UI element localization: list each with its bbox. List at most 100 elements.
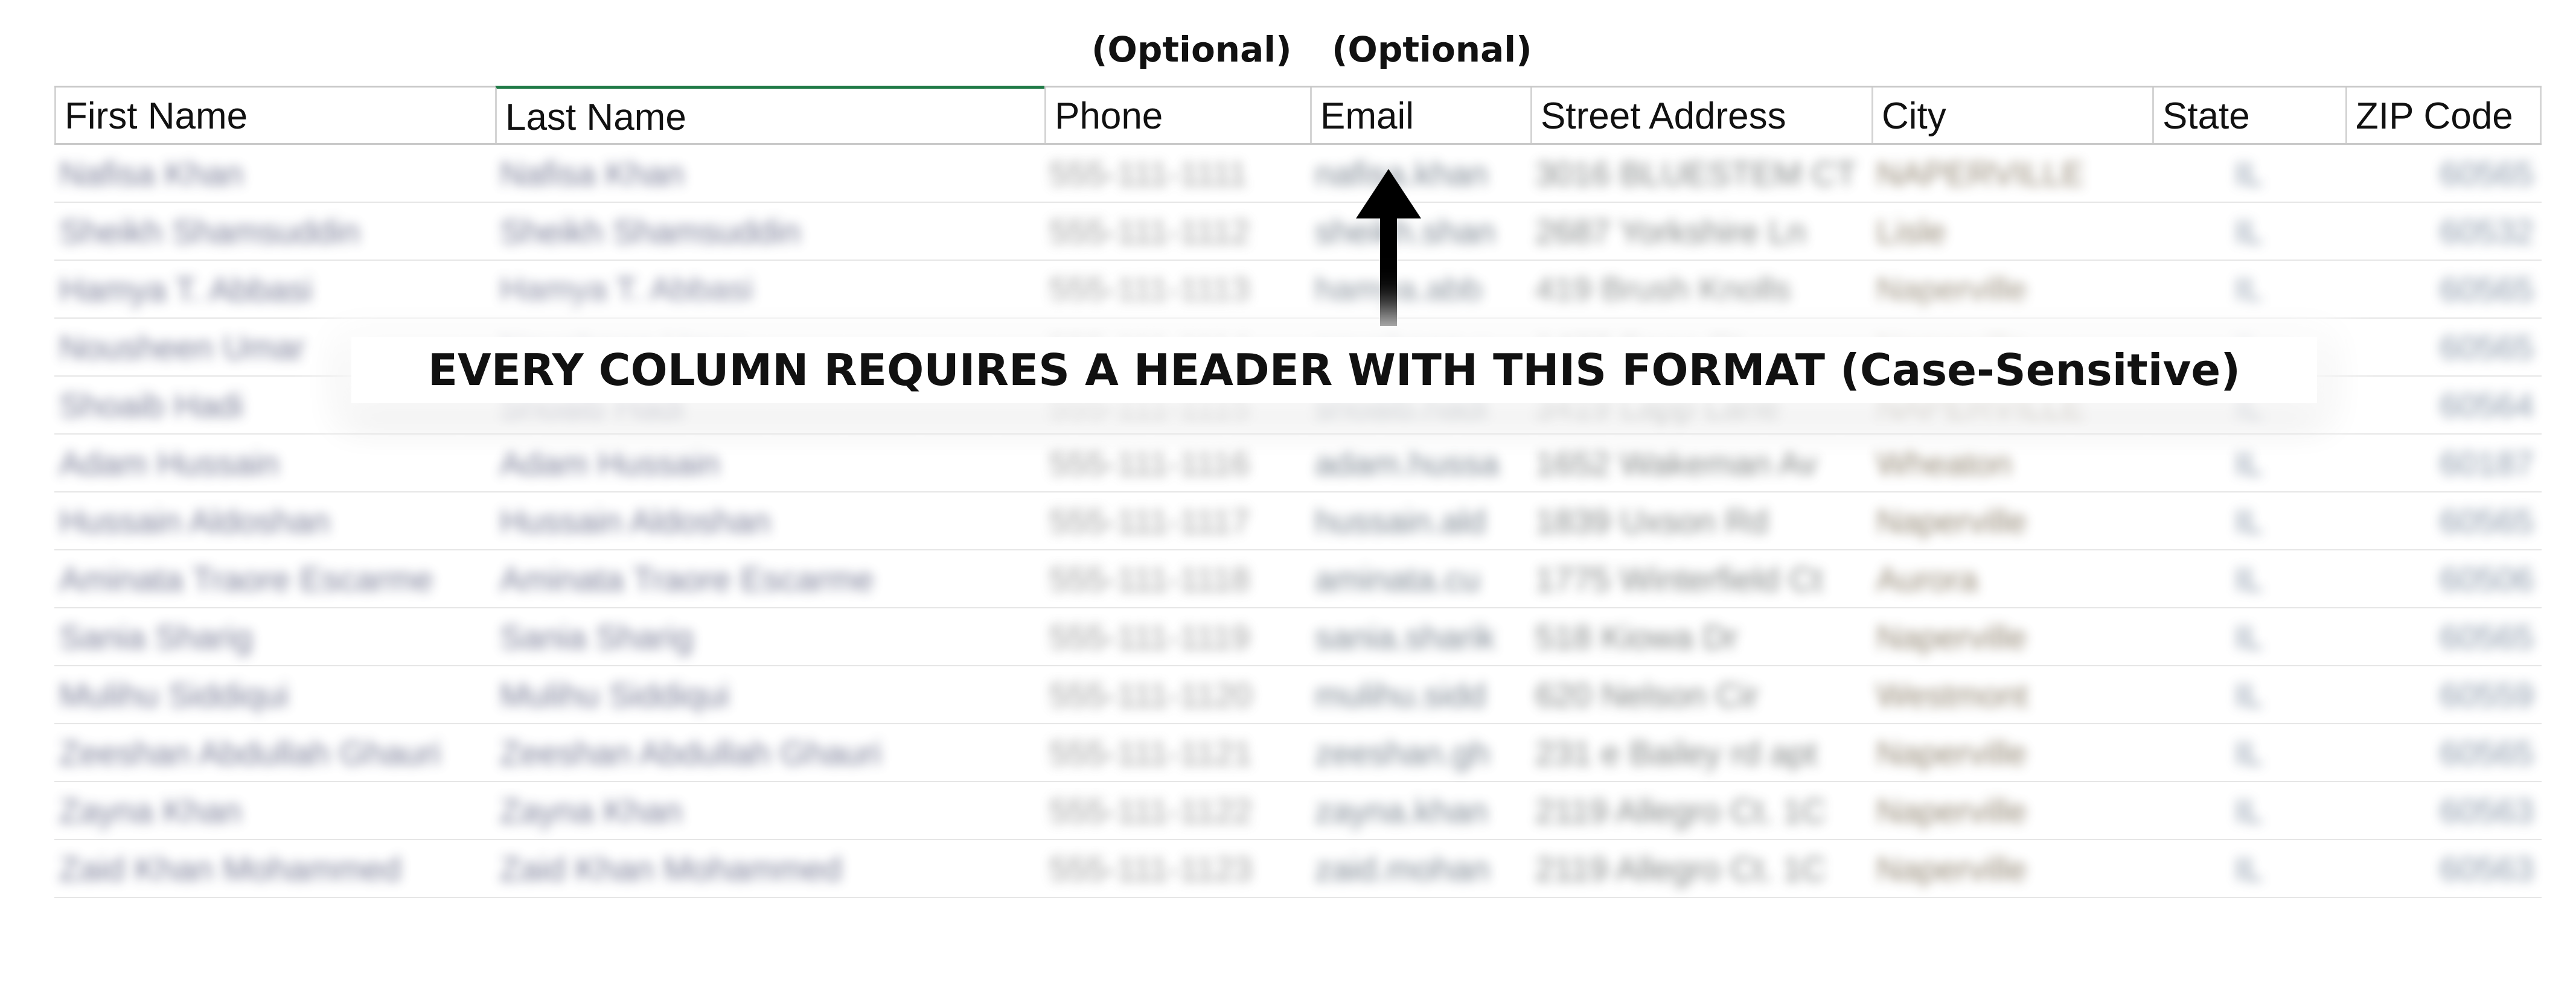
cell-city[interactable]: Westmont	[1871, 666, 2152, 724]
header-phone[interactable]: Phone	[1044, 88, 1310, 143]
cell-email[interactable]: aminata.cu	[1310, 550, 1530, 608]
cell-first[interactable]: Zeeshan Abdullah Ghauri	[54, 724, 495, 782]
cell-state[interactable]: IL	[2152, 261, 2345, 319]
cell-email[interactable]: sania.sharik	[1310, 608, 1530, 666]
cell-street[interactable]: 2119 Allegro Ct. 1C	[1530, 840, 1871, 898]
cell-zip[interactable]: 60564	[2345, 377, 2540, 435]
table-row[interactable]: Nafisa Khan Nafisa Khan 555-111-1111 nafisa…	[54, 145, 2542, 203]
cell-last[interactable]: Zayna Khan	[495, 782, 1044, 840]
cell-last[interactable]: Zeeshan Abdullah Ghauri	[495, 724, 1044, 782]
cell-zip[interactable]: 60532	[2345, 203, 2540, 261]
cell-street[interactable]: 2687 Yorkshire Ln	[1530, 203, 1871, 261]
cell-first[interactable]: Sania Sharig	[54, 608, 495, 666]
cell-last[interactable]: Sania Sharig	[495, 608, 1044, 666]
table-row[interactable]: Zeeshan Abdullah Ghauri Zeeshan Abdullah …	[54, 724, 2542, 782]
cell-zip[interactable]: 60565	[2345, 319, 2540, 377]
cell-state[interactable]: IL	[2152, 608, 2345, 666]
cell-state[interactable]: IL	[2152, 782, 2345, 840]
cell-street[interactable]: 419 Brush Knolls	[1530, 261, 1871, 319]
table-row[interactable]: Zaid Khan Mohammed Zaid Khan Mohammed 555-…	[54, 840, 2542, 898]
cell-last[interactable]: Mulihu Siddiqui	[495, 666, 1044, 724]
cell-street[interactable]: 231 e Bailey rd apt	[1530, 724, 1871, 782]
cell-street[interactable]: 1775 Winterfield Ct	[1530, 550, 1871, 608]
cell-last[interactable]: Sheikh Shamsuddin	[495, 203, 1044, 261]
cell-first[interactable]: Mulihu Siddiqui	[54, 666, 495, 724]
cell-first[interactable]: Hamya T. Abbasi	[54, 261, 495, 319]
table-row[interactable]: Mulihu Siddiqui Mulihu Siddiqui 555-111-11…	[54, 666, 2542, 724]
cell-phone[interactable]: 555-111-1113	[1044, 261, 1310, 319]
cell-city[interactable]: Naperville	[1871, 261, 2152, 319]
cell-street[interactable]: 620 Nelson Cir	[1530, 666, 1871, 724]
cell-first[interactable]: Adam Hussain	[54, 435, 495, 492]
cell-zip[interactable]: 60187	[2345, 435, 2540, 492]
cell-phone[interactable]: 555-111-1123	[1044, 840, 1310, 898]
cell-state[interactable]: IL	[2152, 492, 2345, 550]
cell-zip[interactable]: 60563	[2345, 782, 2540, 840]
cell-first[interactable]: Aminata Traore Escarme	[54, 550, 495, 608]
header-city[interactable]: City	[1871, 88, 2152, 143]
cell-phone[interactable]: 555-111-1120	[1044, 666, 1310, 724]
cell-phone[interactable]: 555-111-1111	[1044, 145, 1310, 203]
cell-phone[interactable]: 555-111-1122	[1044, 782, 1310, 840]
cell-zip[interactable]: 60565	[2345, 145, 2540, 203]
cell-zip[interactable]: 60506	[2345, 550, 2540, 608]
cell-first[interactable]: Sheikh Shamsuddin	[54, 203, 495, 261]
header-zip-code[interactable]: ZIP Code	[2345, 88, 2540, 143]
cell-zip[interactable]: 60565	[2345, 608, 2540, 666]
header-email[interactable]: Email	[1310, 88, 1530, 143]
table-row[interactable]: Sania Sharig Sania Sharig 555-111-1119 sani…	[54, 608, 2542, 666]
cell-street[interactable]: 3016 BLUESTEM CT	[1530, 145, 1871, 203]
cell-last[interactable]: Hussain Aldoshan	[495, 492, 1044, 550]
cell-first[interactable]: Nafisa Khan	[54, 145, 495, 203]
cell-city[interactable]: Naperville	[1871, 608, 2152, 666]
header-first-name[interactable]: First Name	[54, 88, 495, 143]
cell-zip[interactable]: 60563	[2345, 840, 2540, 898]
cell-last[interactable]: Adam Hussain	[495, 435, 1044, 492]
cell-city[interactable]: Wheaton	[1871, 435, 2152, 492]
cell-zip[interactable]: 60559	[2345, 666, 2540, 724]
table-row[interactable]: Sheikh Shamsuddin Sheikh Shamsuddin 555-11…	[54, 203, 2542, 261]
cell-state[interactable]: IL	[2152, 145, 2345, 203]
cell-street[interactable]: 1839 Uxson Rd	[1530, 492, 1871, 550]
cell-last[interactable]: Nafisa Khan	[495, 145, 1044, 203]
table-row[interactable]: Aminata Traore Escarme Aminata Traore Esc…	[54, 550, 2542, 608]
header-state[interactable]: State	[2152, 88, 2345, 143]
cell-street[interactable]: 2119 Allegro Ct. 1C	[1530, 782, 1871, 840]
cell-state[interactable]: IL	[2152, 666, 2345, 724]
cell-city[interactable]: Lisle	[1871, 203, 2152, 261]
cell-zip[interactable]: 60565	[2345, 492, 2540, 550]
cell-first[interactable]: Zaid Khan Mohammed	[54, 840, 495, 898]
cell-email[interactable]: hussain.ald	[1310, 492, 1530, 550]
cell-email[interactable]: adam.hussa	[1310, 435, 1530, 492]
cell-state[interactable]: IL	[2152, 203, 2345, 261]
cell-state[interactable]: IL	[2152, 840, 2345, 898]
cell-city[interactable]: Naperville	[1871, 782, 2152, 840]
cell-state[interactable]: IL	[2152, 550, 2345, 608]
header-last-name[interactable]: Last Name	[495, 86, 1044, 143]
cell-phone[interactable]: 555-111-1112	[1044, 203, 1310, 261]
cell-zip[interactable]: 60565	[2345, 261, 2540, 319]
table-row[interactable]: Zayna Khan Zayna Khan 555-111-1122 zayna.kh…	[54, 782, 2542, 840]
cell-city[interactable]: Naperville	[1871, 840, 2152, 898]
cell-phone[interactable]: 555-111-1121	[1044, 724, 1310, 782]
cell-zip[interactable]: 60565	[2345, 724, 2540, 782]
cell-email[interactable]: zayna.khan	[1310, 782, 1530, 840]
cell-city[interactable]: Naperville	[1871, 724, 2152, 782]
cell-phone[interactable]: 555-111-1117	[1044, 492, 1310, 550]
cell-email[interactable]: zeeshan.gh	[1310, 724, 1530, 782]
cell-street[interactable]: 1652 Wakeman Av	[1530, 435, 1871, 492]
cell-last[interactable]: Zaid Khan Mohammed	[495, 840, 1044, 898]
cell-last[interactable]: Aminata Traore Escarme	[495, 550, 1044, 608]
table-row[interactable]: Hussain Aldoshan Hussain Aldoshan 555-111-…	[54, 492, 2542, 550]
table-row[interactable]: Hamya T. Abbasi Hamya T. Abbasi 555-111-11…	[54, 261, 2542, 319]
cell-phone[interactable]: 555-111-1116	[1044, 435, 1310, 492]
cell-state[interactable]: IL	[2152, 435, 2345, 492]
cell-phone[interactable]: 555-111-1118	[1044, 550, 1310, 608]
cell-city[interactable]: Aurora	[1871, 550, 2152, 608]
cell-phone[interactable]: 555-111-1119	[1044, 608, 1310, 666]
cell-state[interactable]: IL	[2152, 724, 2345, 782]
cell-first[interactable]: Hussain Aldoshan	[54, 492, 495, 550]
cell-email[interactable]: mulihu.sidd	[1310, 666, 1530, 724]
cell-last[interactable]: Hamya T. Abbasi	[495, 261, 1044, 319]
cell-first[interactable]: Zayna Khan	[54, 782, 495, 840]
